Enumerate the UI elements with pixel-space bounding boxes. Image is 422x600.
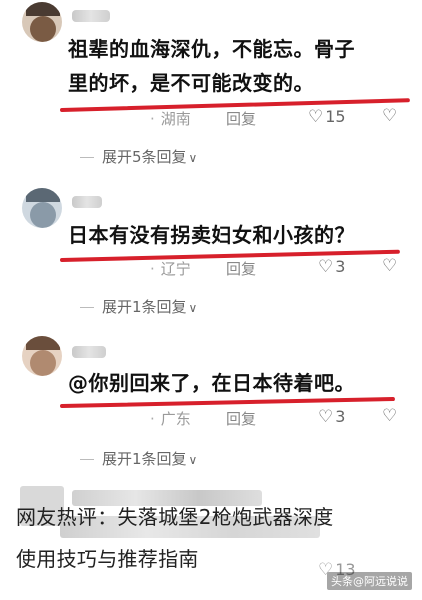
broken-heart-icon[interactable]: ♡ — [382, 406, 397, 426]
username-blurred — [72, 196, 102, 208]
expand-replies-label: 展开1条回复 — [102, 298, 187, 316]
heart-outline-icon: ♡ — [318, 407, 334, 427]
comment-text-line: @你别回来了，在日本待着吧。 — [68, 371, 355, 395]
comment-meta: · 湖南 — [150, 110, 191, 128]
like-button[interactable]: ♡ 15 — [308, 107, 346, 127]
caption-line-2: 使用技巧与推荐指南 — [16, 547, 199, 571]
broken-heart-icon[interactable]: ♡ — [382, 256, 397, 276]
username-blurred — [72, 10, 110, 22]
chevron-down-icon: ∨ — [188, 301, 198, 315]
expand-replies-button[interactable]: 展开1条回复 ∨ — [80, 296, 197, 317]
username-blurred — [72, 346, 106, 358]
comment-text-line: 祖辈的血海深仇，不能忘。骨子 — [68, 37, 355, 61]
reply-button[interactable]: 回复 — [226, 408, 256, 429]
expand-replies-button[interactable]: 展开1条回复 ∨ — [80, 448, 197, 469]
expand-replies-label: 展开5条回复 — [102, 148, 187, 166]
reply-button[interactable]: 回复 — [226, 108, 256, 129]
reply-button[interactable]: 回复 — [226, 258, 256, 279]
comment-text-line: 里的坏，是不可能改变的。 — [68, 71, 314, 95]
location-label: 广东 — [160, 410, 191, 428]
comment-text-line: 日本有没有拐卖妇女和小孩的？ — [68, 223, 355, 247]
avatar[interactable] — [22, 336, 62, 376]
expand-replies-button[interactable]: 展开5条回复 ∨ — [80, 146, 197, 167]
expand-replies-label: 展开1条回复 — [102, 450, 187, 468]
comment-meta: · 辽宁 — [150, 260, 191, 278]
like-count: 3 — [335, 407, 346, 426]
location-label: 湖南 — [160, 110, 191, 128]
watermark: 头条@阿远说说 — [327, 572, 412, 590]
heart-outline-icon: ♡ — [318, 257, 334, 277]
avatar[interactable] — [22, 188, 62, 228]
chevron-down-icon: ∨ — [188, 151, 198, 165]
like-count: 3 — [335, 257, 346, 276]
broken-heart-icon[interactable]: ♡ — [382, 106, 397, 126]
chevron-down-icon: ∨ — [188, 453, 198, 467]
comment-meta: · 广东 — [150, 410, 191, 428]
caption-line-1: 网友热评：失落城堡2枪炮武器深度 — [16, 505, 334, 529]
like-button[interactable]: ♡ 3 — [318, 407, 345, 427]
location-label: 辽宁 — [160, 260, 191, 278]
like-button[interactable]: ♡ 3 — [318, 257, 345, 277]
like-count: 15 — [325, 107, 346, 126]
heart-outline-icon: ♡ — [308, 107, 324, 127]
avatar[interactable] — [22, 2, 62, 42]
